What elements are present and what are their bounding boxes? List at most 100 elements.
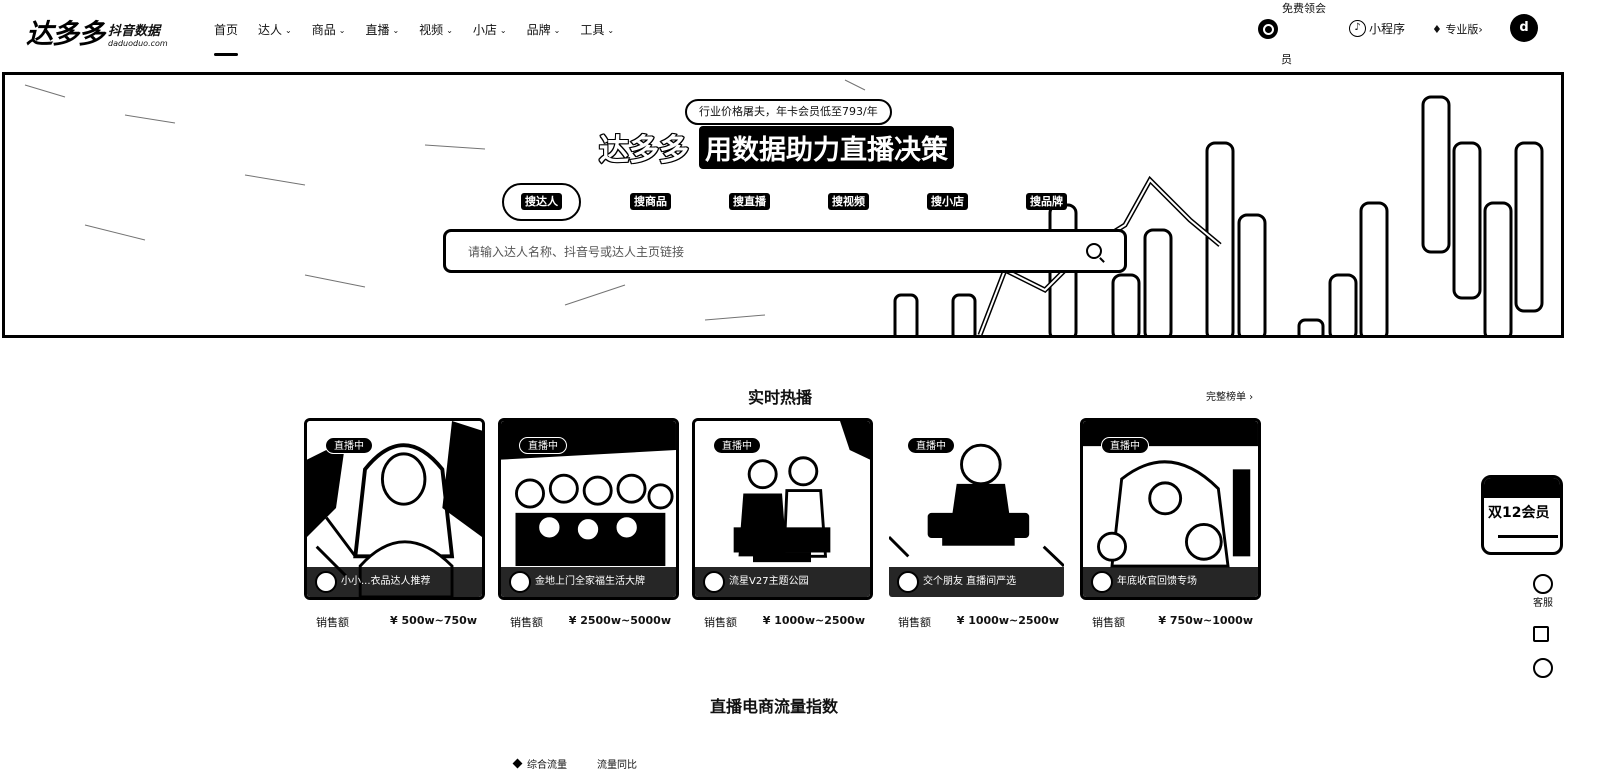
streamer-avatar [897, 571, 919, 593]
live-card[interactable]: 直播中 流星V27主题公园 销售额 ¥ 1000w~2500w [692, 418, 873, 630]
live-card-meta: 销售额 ¥ 1000w~2500w [692, 614, 873, 630]
promo-decoration [1498, 535, 1558, 538]
hero-slogan: 用数据助力直播决策 [699, 125, 954, 169]
live-card[interactable]: 直播中 金地上门全家福生活大牌 销售额 ¥ 2500w~5000w [498, 418, 679, 630]
qrcode-icon [1533, 626, 1549, 642]
streamer-avatar [703, 571, 725, 593]
tab-search-brand[interactable]: 搜品牌 [997, 183, 1096, 221]
sales-label: 销售额 [316, 616, 349, 629]
nav-item-video[interactable]: 视频 ⌄ [419, 21, 453, 38]
avatar[interactable]: d [1510, 14, 1538, 42]
promo-decoration [1484, 478, 1560, 498]
mini-program-link[interactable]: ♪ 小程序 [1349, 20, 1405, 37]
sales-value: ¥ 500w~750w [390, 614, 477, 627]
streamer-avatar [315, 571, 337, 593]
float-promo-label: 双12会员 [1488, 505, 1550, 521]
logo[interactable]: 达多多 抖音数据 daduoduo.com [26, 12, 168, 51]
free-member-label: 免费领会 [1282, 2, 1326, 15]
live-card[interactable]: 直播中 年底收官回馈专场 销售额 ¥ 750w~1000w [1080, 418, 1261, 630]
chevron-down-icon: ⌄ [392, 26, 400, 35]
live-thumbnail[interactable]: 直播中 金地上门全家福生活大牌 [498, 418, 679, 600]
headset-icon [1533, 574, 1553, 594]
top-navbar: 达多多 抖音数据 daduoduo.com 首页 达人 ⌄ 商品 ⌄ 直播 ⌄ 视频 ⌄… [0, 0, 1597, 72]
live-badge: 直播中 [713, 437, 761, 454]
live-card[interactable]: 直播中 小小...衣品达人推荐 销售额 ¥ 500w~750w [304, 418, 485, 630]
nav-item-brand[interactable]: 品牌 ⌄ [527, 21, 561, 38]
live-thumbnail[interactable]: 直播中 流星V27主题公园 [692, 418, 873, 600]
live-card[interactable]: 直播中 交个朋友 直播间严选 销售额 ¥ 1000w~2500w [886, 418, 1067, 630]
qrcode-button[interactable] [1533, 626, 1549, 642]
pro-version-link[interactable]: ♦ 专业版› [1432, 21, 1483, 37]
traffic-index-title: 直播电商流量指数 [710, 697, 839, 716]
legend-item[interactable]: 流量同比 [597, 756, 637, 771]
free-member-label-suffix: 员 [1281, 53, 1292, 66]
double12-member-promo[interactable]: 双12会员 [1481, 475, 1563, 555]
chevron-down-icon: ⌄ [338, 26, 346, 35]
traffic-legend: 综合流量 流量同比 [512, 756, 667, 771]
promo-pill[interactable]: 行业价格屠夫，年卡会员低至793/年 [685, 99, 892, 125]
nav-item-tools[interactable]: 工具 ⌄ [580, 21, 614, 38]
live-card-meta: 销售额 ¥ 500w~750w [304, 614, 485, 630]
live-card-meta: 销售额 ¥ 750w~1000w [1080, 614, 1261, 630]
nav-item-product[interactable]: 商品 ⌄ [312, 21, 346, 38]
chevron-down-icon: ⌄ [285, 26, 292, 35]
live-thumbnail[interactable]: 直播中 小小...衣品达人推荐 [304, 418, 485, 600]
sales-value: ¥ 1000w~2500w [762, 614, 865, 627]
sales-label: 销售额 [510, 616, 543, 629]
full-ranking-link[interactable]: 完整榜单 › [1206, 388, 1253, 403]
sales-value: ¥ 750w~1000w [1158, 614, 1253, 627]
diamond-marker-icon [512, 758, 523, 769]
chevron-down-icon: ⌄ [607, 26, 615, 35]
search-icon[interactable] [1086, 243, 1102, 259]
nav-item-live[interactable]: 直播 ⌄ [365, 21, 399, 38]
logo-sub-en: daduoduo.com [108, 39, 168, 48]
nav-item-shop[interactable]: 小店 ⌄ [473, 21, 507, 38]
sales-label: 销售额 [704, 616, 737, 629]
hero-brand: 达多多 [598, 132, 690, 169]
streamer-avatar [1091, 571, 1113, 593]
main-nav: 首页 达人 ⌄ 商品 ⌄ 直播 ⌄ 视频 ⌄ 小店 ⌄ 品牌 ⌄ 工具 ⌄ [214, 21, 634, 56]
chart-circle-icon [1533, 658, 1553, 678]
live-badge: 直播中 [1101, 437, 1149, 454]
search-input[interactable] [468, 240, 1068, 264]
tab-search-video[interactable]: 搜视频 [799, 183, 898, 221]
mini-program-label: 小程序 [1369, 22, 1406, 36]
chevron-down-icon: ⌄ [446, 26, 453, 35]
nav-item-influencer[interactable]: 达人 ⌄ [258, 21, 292, 38]
logo-subtitle: 抖音数据 daduoduo.com [108, 24, 168, 49]
diamond-icon: ♦ [1432, 23, 1446, 36]
tab-search-product[interactable]: 搜商品 [601, 183, 700, 221]
free-member-button[interactable]: 免费领会 员 [1258, 2, 1326, 70]
live-badge: 直播中 [325, 437, 373, 454]
member-icon [1258, 19, 1278, 39]
sales-label: 销售额 [898, 616, 931, 629]
logo-wordmark: 达多多 [26, 19, 105, 50]
live-card-meta: 销售额 ¥ 1000w~2500w [886, 614, 1067, 630]
chevron-down-icon: ⌄ [499, 26, 507, 35]
logo-sub-cn: 抖音数据 [108, 24, 161, 39]
sales-label: 销售额 [1092, 616, 1125, 629]
hero-headline: 达多多 用数据助力直播决策 [598, 125, 954, 169]
live-thumbnail[interactable]: 直播中 交个朋友 直播间严选 [886, 418, 1067, 600]
back-to-top-button[interactable] [1533, 658, 1553, 678]
sales-value: ¥ 1000w~2500w [956, 614, 1059, 627]
hot-live-cards: 直播中 小小...衣品达人推荐 销售额 ¥ 500w~750w 直播中 金地上门… [304, 418, 1261, 630]
customer-service-label: 客服 [1533, 598, 1553, 609]
hot-live-title: 实时热播 [748, 388, 813, 407]
chevron-down-icon: ⌄ [553, 26, 561, 35]
customer-service-button[interactable]: 客服 [1533, 574, 1553, 609]
tab-search-shop[interactable]: 搜小店 [898, 183, 997, 221]
legend-item[interactable]: 综合流量 [512, 756, 567, 771]
live-card-meta: 销售额 ¥ 2500w~5000w [498, 614, 679, 630]
tiktok-icon: ♪ [1349, 20, 1366, 37]
hero-banner: 行业价格屠夫，年卡会员低至793/年 达多多 用数据助力直播决策 搜达人 搜商品… [2, 72, 1564, 338]
search-type-tabs: 搜达人 搜商品 搜直播 搜视频 搜小店 搜品牌 [502, 183, 1096, 221]
tab-search-influencer[interactable]: 搜达人 [502, 183, 581, 221]
search-box [443, 229, 1127, 273]
streamer-avatar [509, 571, 531, 593]
live-thumbnail[interactable]: 直播中 年底收官回馈专场 [1080, 418, 1261, 600]
tab-search-live[interactable]: 搜直播 [700, 183, 799, 221]
live-badge: 直播中 [519, 437, 567, 454]
sales-value: ¥ 2500w~5000w [568, 614, 671, 627]
nav-item-home[interactable]: 首页 [214, 21, 239, 56]
